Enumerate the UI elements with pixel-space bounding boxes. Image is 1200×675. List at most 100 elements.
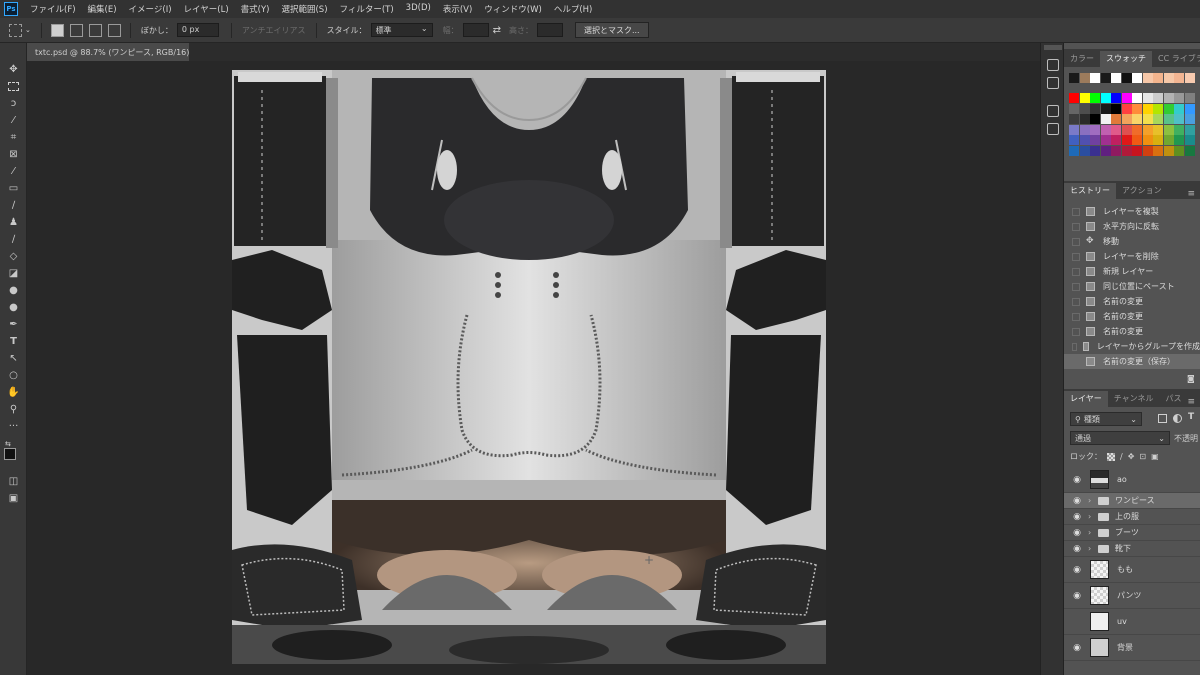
color-swatch[interactable] (1174, 135, 1184, 145)
color-swatch[interactable] (1132, 145, 1142, 156)
history-item[interactable]: 名前の変更 (1064, 309, 1200, 324)
color-swatch[interactable] (1184, 114, 1195, 124)
color-swatch[interactable] (1163, 73, 1174, 83)
menu-item[interactable]: ヘルプ(H) (548, 3, 599, 15)
intersect-selection-icon[interactable] (107, 23, 121, 37)
color-swatch[interactable] (1132, 124, 1142, 135)
foreground-color-swatch[interactable] (4, 448, 16, 460)
menu-item[interactable]: 表示(V) (437, 3, 478, 15)
chevron-right-icon[interactable]: › (1088, 544, 1096, 553)
color-swatch[interactable] (1069, 114, 1079, 124)
color-swatch[interactable] (1121, 124, 1132, 135)
visibility-eye-icon[interactable]: ◉ (1072, 528, 1082, 538)
eyedropper-icon[interactable]: ⁄ (6, 165, 21, 178)
clone-stamp-icon[interactable]: ♟ (6, 216, 21, 229)
panel-tab[interactable]: アクション (1116, 183, 1168, 199)
color-swatch[interactable] (1069, 73, 1079, 83)
color-swatch[interactable] (1142, 93, 1153, 103)
path-selection-icon[interactable]: ↖ (6, 352, 21, 365)
color-swatch[interactable] (1100, 114, 1111, 124)
color-swatch[interactable] (1079, 135, 1090, 145)
color-swatch[interactable] (1184, 124, 1195, 135)
hand-tool-icon[interactable]: ✋ (6, 386, 21, 399)
subtract-from-selection-icon[interactable] (88, 23, 102, 37)
color-swatch[interactable] (1163, 145, 1174, 156)
edit-toolbar-icon[interactable]: ··· (6, 420, 21, 433)
panel-tab[interactable]: スウォッチ (1100, 51, 1152, 67)
color-swatch[interactable] (1111, 103, 1121, 114)
visibility-eye-icon[interactable]: ◉ (1072, 565, 1082, 575)
history-item[interactable]: 名前の変更 (1064, 294, 1200, 309)
swap-width-height-icon[interactable]: ⇄ (493, 25, 501, 36)
menu-item[interactable]: ウィンドウ(W) (478, 3, 548, 15)
history-item[interactable]: レイヤーからグループを作成 (1064, 339, 1200, 354)
history-item[interactable]: ✥ 移動 (1064, 234, 1200, 249)
type-tool-icon[interactable]: T (6, 335, 21, 348)
color-swatch[interactable] (1174, 73, 1184, 83)
history-brush-source-checkbox[interactable] (1072, 267, 1080, 276)
color-swatch[interactable] (1079, 103, 1090, 114)
color-swatch[interactable] (1111, 145, 1121, 156)
dodge-tool-icon[interactable]: ● (6, 301, 21, 314)
color-swatch[interactable] (1100, 124, 1111, 135)
color-swatch[interactable] (1121, 145, 1132, 156)
chevron-down-icon[interactable]: ⌄ (25, 26, 31, 34)
layer-group-row[interactable]: ◉ › ブーツ (1064, 525, 1200, 541)
color-swatch[interactable] (1142, 103, 1153, 114)
color-swatch[interactable] (1153, 124, 1163, 135)
history-brush-source-checkbox[interactable] (1072, 297, 1080, 306)
color-swatch[interactable] (1142, 73, 1153, 83)
blend-mode-select[interactable]: 通過 ⌄ (1070, 431, 1170, 445)
color-swatch[interactable] (1121, 114, 1132, 124)
color-swatch[interactable] (1163, 103, 1174, 114)
color-swatch[interactable] (1090, 135, 1100, 145)
color-swatch[interactable] (1132, 114, 1142, 124)
color-swatch[interactable] (1090, 93, 1100, 103)
layer-group-row[interactable]: ◉ › 上の服 (1064, 509, 1200, 525)
color-swatch[interactable] (1132, 135, 1142, 145)
history-brush-source-checkbox[interactable] (1072, 252, 1080, 261)
rectangular-marquee-icon[interactable] (6, 80, 21, 93)
visibility-eye-icon[interactable]: ◉ (1072, 512, 1082, 522)
color-swatch[interactable] (1111, 124, 1121, 135)
color-swatch[interactable] (1184, 93, 1195, 103)
lock-all-icon[interactable]: ▣ (1151, 452, 1159, 461)
history-brush-source-checkbox[interactable] (1072, 327, 1080, 336)
color-swatch[interactable] (1100, 145, 1111, 156)
panel-tab[interactable]: カラー (1064, 51, 1100, 67)
layer-row[interactable]: ◉ uv (1064, 609, 1200, 635)
visibility-eye-icon[interactable]: ◉ (1072, 617, 1082, 627)
color-swatch[interactable] (1174, 145, 1184, 156)
width-input[interactable] (462, 23, 489, 37)
history-brush-source-checkbox[interactable] (1072, 222, 1080, 231)
history-item[interactable]: 新規 レイヤー (1064, 264, 1200, 279)
chevron-right-icon[interactable]: › (1088, 512, 1096, 521)
color-swatch[interactable] (1153, 114, 1163, 124)
document-tab[interactable]: txtc.psd @ 88.7% (ワンピース, RGB/16) × (27, 43, 202, 61)
chevron-right-icon[interactable]: › (1088, 528, 1096, 537)
adjustments-icon[interactable] (1047, 59, 1059, 71)
layer-row[interactable]: ◉ もも (1064, 557, 1200, 583)
history-item[interactable]: 水平方向に反転 (1064, 219, 1200, 234)
color-swatch[interactable] (1111, 93, 1121, 103)
color-swatch[interactable] (1079, 124, 1090, 135)
lasso-tool-icon[interactable]: ↄ (6, 97, 21, 110)
lock-transparency-icon[interactable] (1107, 452, 1115, 461)
history-brush-source-checkbox[interactable] (1072, 357, 1080, 366)
menu-item[interactable]: 選択範囲(S) (275, 3, 333, 15)
color-swatch[interactable] (1184, 135, 1195, 145)
color-swatch[interactable] (1090, 103, 1100, 114)
layer-row[interactable]: ◉ 背景 (1064, 635, 1200, 661)
color-swatch[interactable] (1142, 145, 1153, 156)
color-swatch[interactable] (1069, 135, 1079, 145)
color-swatch[interactable] (1121, 103, 1132, 114)
blur-tool-icon[interactable]: ● (6, 284, 21, 297)
history-item[interactable]: 同じ位置にペースト (1064, 279, 1200, 294)
panel-menu-icon[interactable]: ≡ (1187, 189, 1195, 199)
notes-icon[interactable] (1047, 123, 1059, 135)
style-select[interactable]: 標準 ⌄ (370, 23, 433, 37)
panel-tab[interactable]: レイヤー (1064, 391, 1108, 407)
magic-wand-icon[interactable]: ⁄ (6, 114, 21, 127)
menu-item[interactable]: ファイル(F) (24, 3, 82, 15)
layer-row[interactable]: ◉ ao (1064, 467, 1200, 493)
